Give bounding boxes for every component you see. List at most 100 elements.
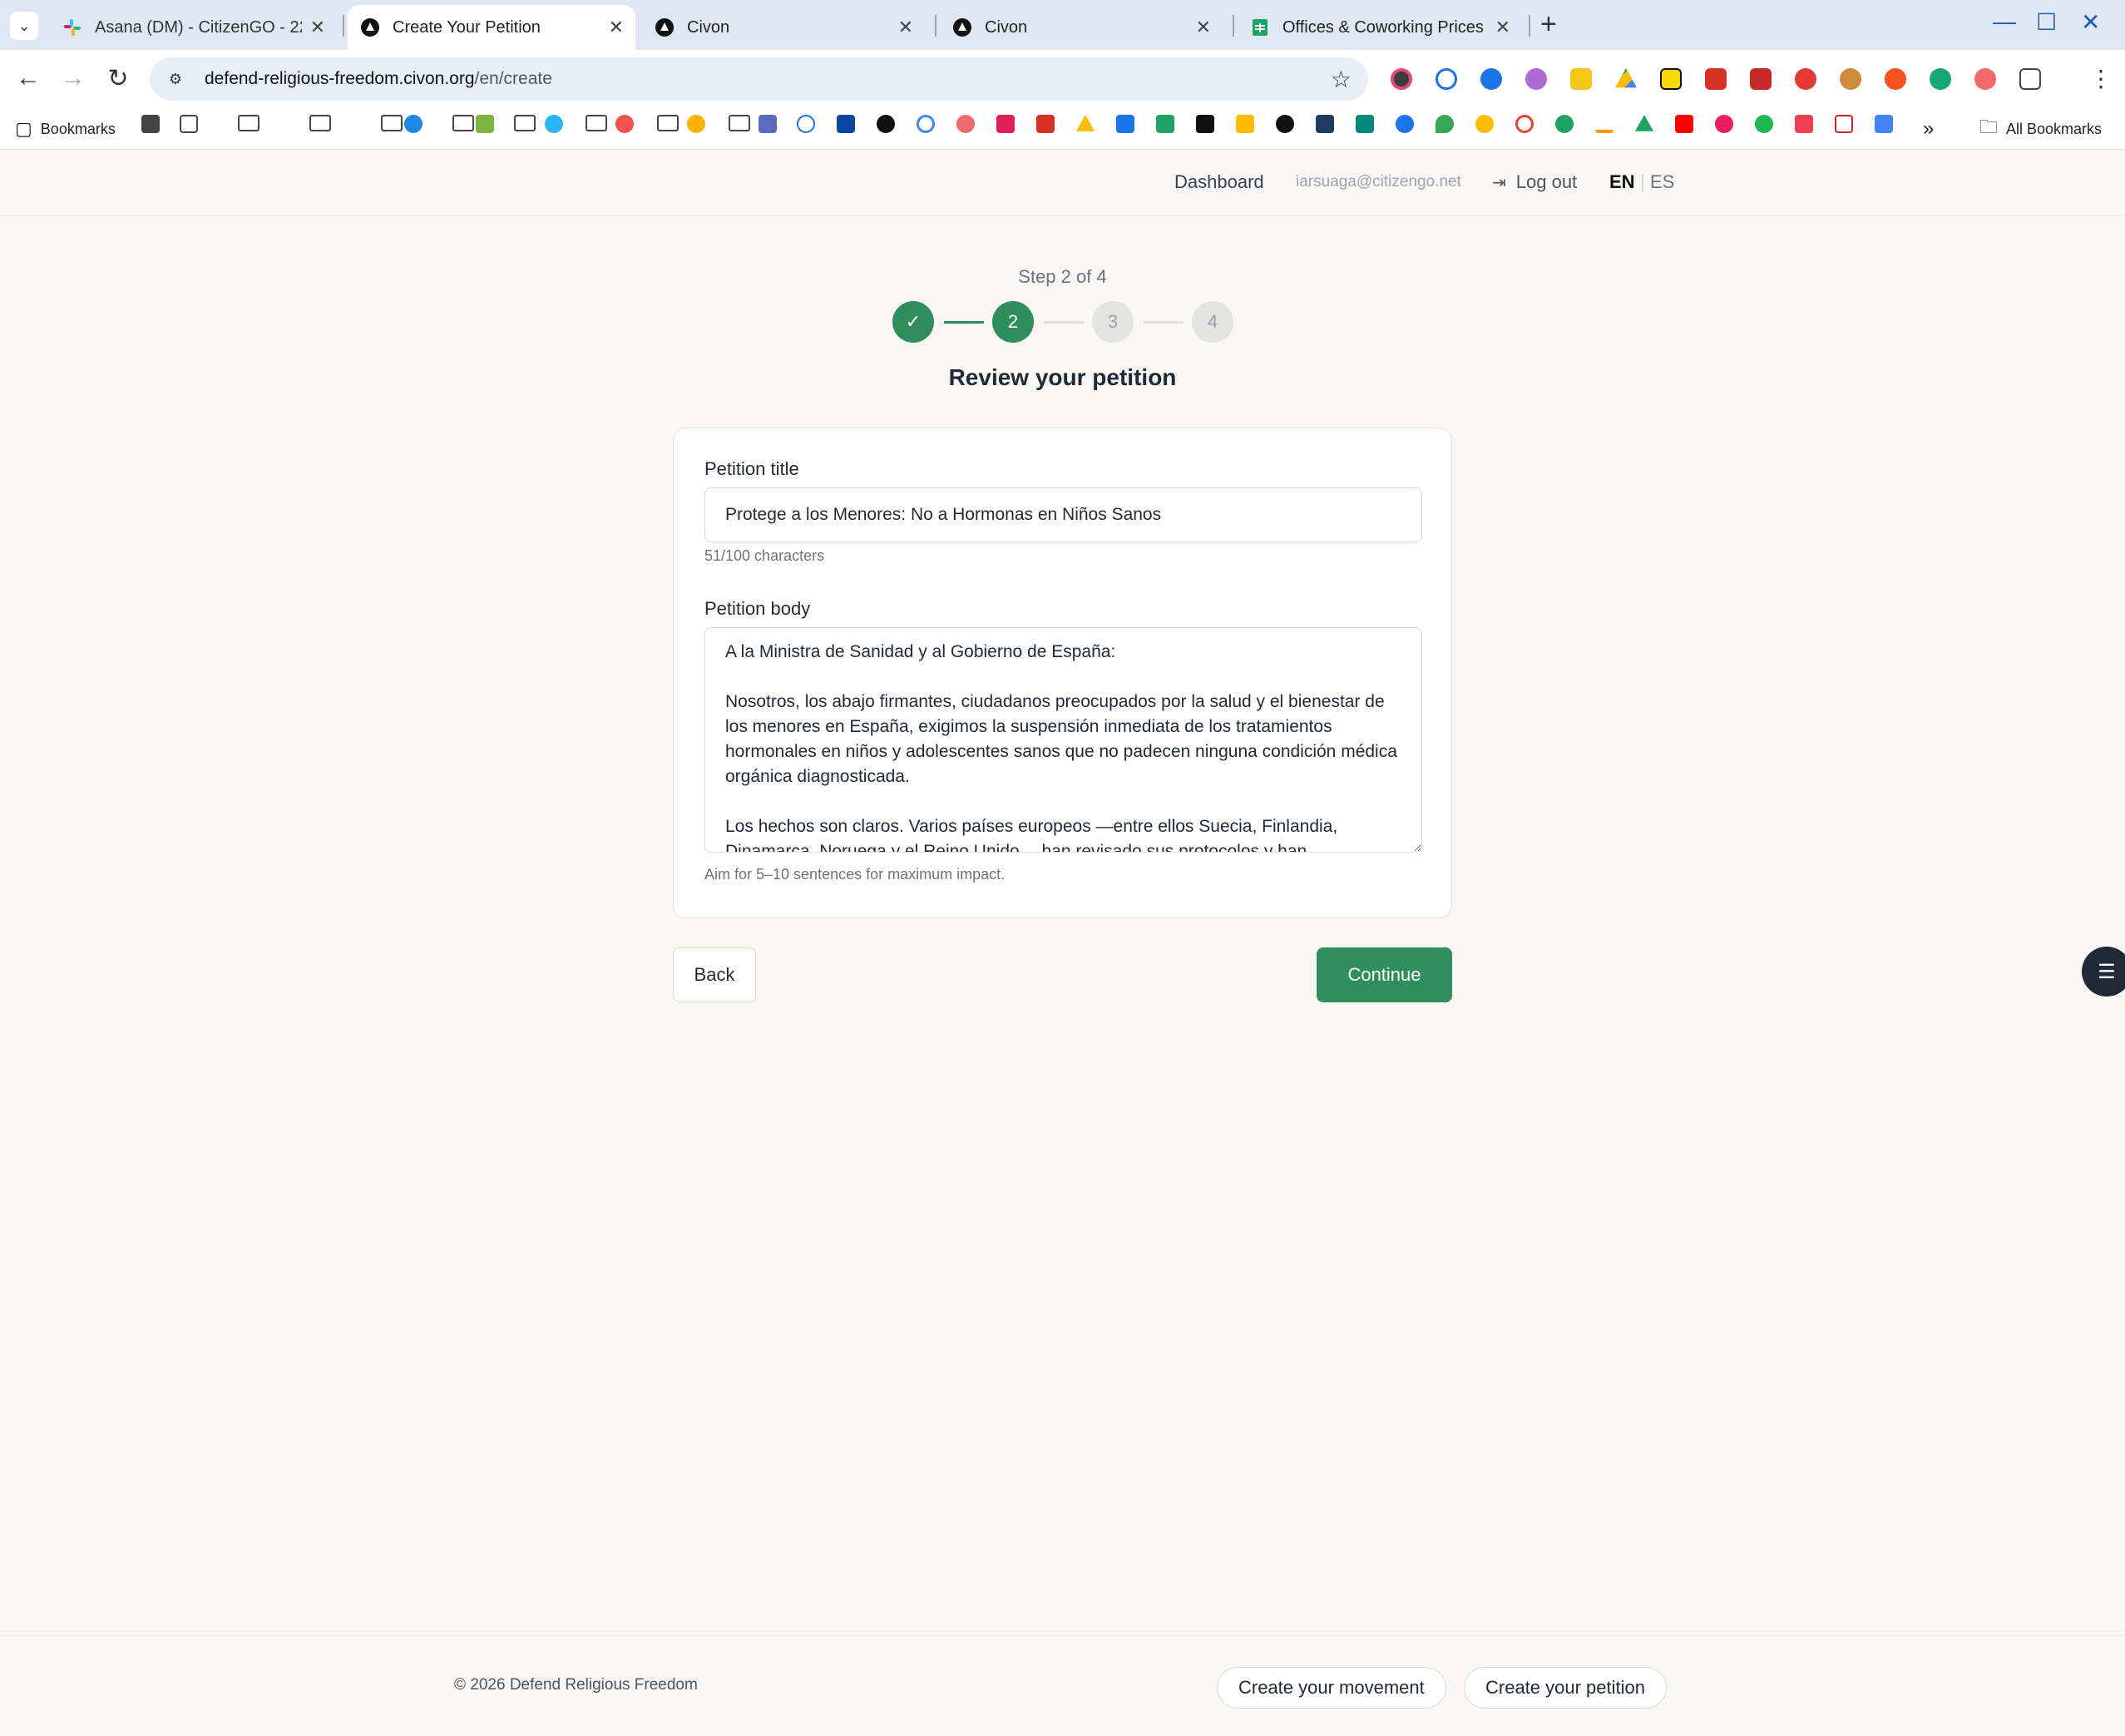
- create-movement-button[interactable]: Create your movement: [1217, 1667, 1446, 1709]
- petition-body-textarea[interactable]: A la Ministra de Sanidad y al Gobierno d…: [704, 627, 1422, 853]
- bookmark-icon[interactable]: [476, 115, 494, 133]
- bookmark-icon[interactable]: [877, 115, 895, 133]
- maximize-icon[interactable]: ☐: [2036, 8, 2057, 36]
- logout-icon: ⇥: [1492, 173, 1506, 192]
- bookmark-icon[interactable]: [1715, 115, 1733, 133]
- close-icon[interactable]: ✕: [609, 17, 624, 38]
- minimize-icon[interactable]: —: [1993, 8, 2016, 35]
- bank-icon[interactable]: [759, 115, 777, 133]
- tab-offices[interactable]: Offices & Coworking Prices Ma ✕: [1238, 5, 1522, 50]
- folder-icon[interactable]: [514, 115, 536, 131]
- step-label: Step 2 of 4: [1018, 266, 1107, 287]
- folder-icon[interactable]: [657, 115, 679, 131]
- folder-icon[interactable]: [381, 115, 403, 131]
- close-icon[interactable]: ✕: [898, 17, 913, 38]
- step-2-current: 2: [992, 301, 1034, 343]
- chat-icon[interactable]: [1156, 115, 1174, 133]
- bookmark-icon[interactable]: [687, 115, 705, 133]
- spotify-icon[interactable]: [1755, 115, 1773, 133]
- brain-extension-icon[interactable]: [1525, 68, 1547, 90]
- new-tab-button[interactable]: +: [1540, 8, 1557, 41]
- bookmarks-manager[interactable]: ▢ Bookmarks: [15, 118, 116, 140]
- floating-checklist-widget[interactable]: ☰: [2082, 947, 2125, 997]
- contacts-icon[interactable]: [1396, 115, 1414, 133]
- bookmark-icon[interactable]: [545, 115, 563, 133]
- apps-grid-icon[interactable]: [180, 115, 198, 133]
- folder-icon[interactable]: [309, 115, 331, 131]
- folder-icon[interactable]: [729, 115, 750, 131]
- calendar-icon[interactable]: [1116, 115, 1134, 133]
- close-icon[interactable]: ✕: [1196, 17, 1211, 38]
- back-button[interactable]: Back: [673, 947, 756, 1002]
- adblock-icon[interactable]: [1795, 68, 1816, 90]
- dashboard-link[interactable]: Dashboard: [1174, 171, 1264, 193]
- bookmark-star-icon[interactable]: ☆: [1331, 66, 1352, 93]
- all-bookmarks[interactable]: 🗀 All Bookmarks: [1979, 116, 2102, 140]
- tab-civon-2[interactable]: Civon ✕: [940, 5, 1223, 50]
- tab-search-button[interactable]: ⌄: [10, 12, 38, 40]
- address-bar[interactable]: ⚙ defend-religious-freedom.civon.org/en/…: [150, 57, 1368, 101]
- create-petition-button[interactable]: Create your petition: [1464, 1667, 1667, 1709]
- google-icon[interactable]: [1515, 115, 1534, 133]
- slack-icon[interactable]: [996, 115, 1015, 133]
- folder-icon[interactable]: [238, 115, 259, 131]
- extension-icon[interactable]: [1750, 68, 1772, 90]
- photos-icon[interactable]: [1475, 115, 1494, 133]
- tab-asana[interactable]: Asana (DM) - CitizenGO - 22 ne ✕: [50, 5, 337, 50]
- drive-icon[interactable]: [1615, 68, 1637, 88]
- amazon-icon[interactable]: [1595, 115, 1614, 133]
- asana-icon[interactable]: [1974, 68, 1996, 90]
- petition-form-card: Petition title 51/100 characters Petitio…: [673, 428, 1452, 918]
- bookmark-icon[interactable]: [1276, 115, 1294, 133]
- google-icon[interactable]: [917, 115, 935, 133]
- r-extension-icon[interactable]: [1660, 68, 1682, 90]
- translate-icon[interactable]: [1875, 115, 1893, 133]
- menu-kebab-icon[interactable]: ⋮: [2089, 65, 2113, 92]
- bookmark-icon[interactable]: [141, 115, 160, 133]
- meet-icon[interactable]: [1356, 115, 1374, 133]
- keep-extension-icon[interactable]: [1570, 68, 1592, 90]
- tab-create-petition[interactable]: Create Your Petition ✕: [348, 5, 635, 50]
- forward-arrow-icon[interactable]: →: [57, 62, 90, 95]
- petition-title-input[interactable]: [704, 487, 1422, 542]
- step-1-complete: ✓: [892, 301, 934, 343]
- bookmark-icon[interactable]: [404, 115, 423, 133]
- lang-es[interactable]: ES: [1650, 171, 1674, 193]
- more-bookmarks-icon[interactable]: »: [1923, 117, 1934, 140]
- site-info-icon[interactable]: ⚙: [163, 67, 188, 91]
- bookmark-icon[interactable]: [1316, 115, 1334, 133]
- logout-button[interactable]: ⇥ Log out: [1492, 171, 1577, 193]
- tab-civon-1[interactable]: Civon ✕: [642, 5, 925, 50]
- extension-icon[interactable]: [1391, 68, 1412, 90]
- asana-icon[interactable]: [956, 115, 975, 133]
- gmail-icon[interactable]: [1705, 68, 1727, 90]
- back-arrow-icon[interactable]: ←: [12, 62, 45, 95]
- bookmark-icon[interactable]: [1835, 115, 1853, 133]
- reload-icon[interactable]: ↻: [101, 62, 135, 95]
- close-icon[interactable]: ✕: [310, 17, 325, 38]
- continue-button[interactable]: Continue: [1317, 947, 1452, 1002]
- youtube-icon[interactable]: [1675, 115, 1693, 133]
- close-icon[interactable]: ✕: [1495, 17, 1510, 38]
- bookmark-icon[interactable]: [1196, 115, 1214, 133]
- gmail-icon[interactable]: [1036, 115, 1055, 133]
- rocket-icon[interactable]: [615, 115, 634, 133]
- grammarly-icon[interactable]: [1930, 68, 1951, 90]
- bookmark-icon[interactable]: [837, 115, 855, 133]
- password-manager-icon[interactable]: [1436, 68, 1457, 90]
- pocket-icon[interactable]: [1795, 115, 1813, 133]
- extension-icon[interactable]: [1480, 68, 1502, 90]
- folder-icon[interactable]: [452, 115, 474, 131]
- close-window-icon[interactable]: ✕: [2081, 8, 2100, 36]
- maps-icon[interactable]: [1436, 115, 1454, 133]
- keep-icon[interactable]: [1236, 115, 1254, 133]
- phone-icon[interactable]: [1555, 115, 1574, 133]
- folder-icon[interactable]: [586, 115, 607, 131]
- lang-en[interactable]: EN: [1609, 171, 1635, 193]
- browser-toolbar: ← → ↻ ⚙ defend-religious-freedom.civon.o…: [0, 50, 2125, 108]
- bookmark-icon[interactable]: [797, 115, 815, 133]
- extension-icon[interactable]: [1885, 68, 1906, 90]
- cookie-icon[interactable]: [1840, 68, 1861, 90]
- puzzle-extensions-icon[interactable]: [2019, 68, 2041, 90]
- step-connector: [1044, 321, 1084, 324]
